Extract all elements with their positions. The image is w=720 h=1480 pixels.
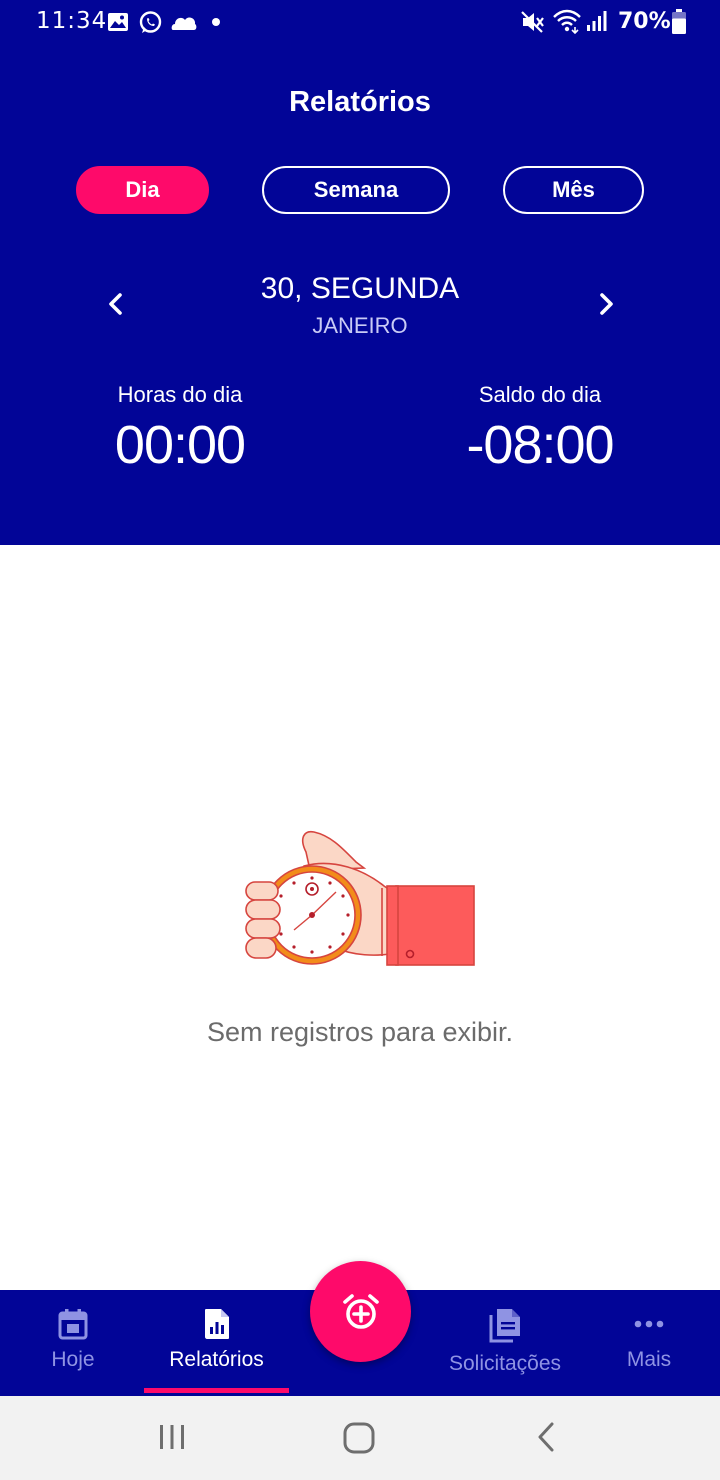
mute-icon [521,11,544,33]
calendar-icon [58,1309,88,1340]
signal-icon [587,11,607,31]
nav-item-solicitacoes[interactable]: Solicitações [430,1290,580,1396]
empty-state-message: Sem registros para exibir. [206,1017,514,1047]
system-navigation-bar [0,1396,720,1480]
status-time: 11:34 [36,8,108,34]
hours-value: 00:00 [114,415,246,475]
recent-apps-icon[interactable] [155,1420,189,1454]
date-day: 30, SEGUNDA [260,272,460,305]
tab-mes[interactable]: Mês [503,166,644,214]
nav-label-hoje: Hoje [51,1348,95,1371]
cloud-icon [171,17,197,30]
documents-icon [489,1309,520,1343]
date-month: JANEIRO [312,313,408,338]
active-tab-indicator [144,1388,289,1393]
whatsapp-icon [139,11,162,33]
dot-icon [212,18,220,26]
hours-label: Horas do dia [117,382,243,407]
status-bar: 11:34 70% [0,0,720,44]
nav-label-solicitacoes: Solicitações [448,1352,562,1375]
alarm-add-icon [342,1293,379,1329]
nav-item-hoje[interactable]: Hoje [20,1290,126,1396]
more-icon [634,1320,664,1328]
stopwatch-hand-illustration [245,830,475,966]
balance-value: -08:00 [466,415,614,475]
image-icon [108,13,128,31]
nav-label-mais: Mais [626,1348,672,1371]
nav-item-mais[interactable]: Mais [600,1290,698,1396]
page-title: Relatórios [289,86,431,118]
nav-label-relatorios: Relatórios [169,1348,264,1371]
tab-semana[interactable]: Semana [262,166,450,214]
report-icon [204,1309,229,1339]
wifi-icon [553,9,581,34]
home-icon[interactable] [341,1420,377,1456]
add-clock-in-button[interactable] [310,1261,411,1362]
nav-item-relatorios[interactable]: Relatórios [144,1290,289,1396]
header: 11:34 70% Relatórios Dia Semana Mês 30, … [0,0,720,545]
balance-label: Saldo do dia [478,382,602,407]
tab-dia[interactable]: Dia [76,166,209,214]
back-icon[interactable] [530,1420,564,1454]
battery-icon [672,9,686,34]
battery-percent: 70% [618,9,671,34]
